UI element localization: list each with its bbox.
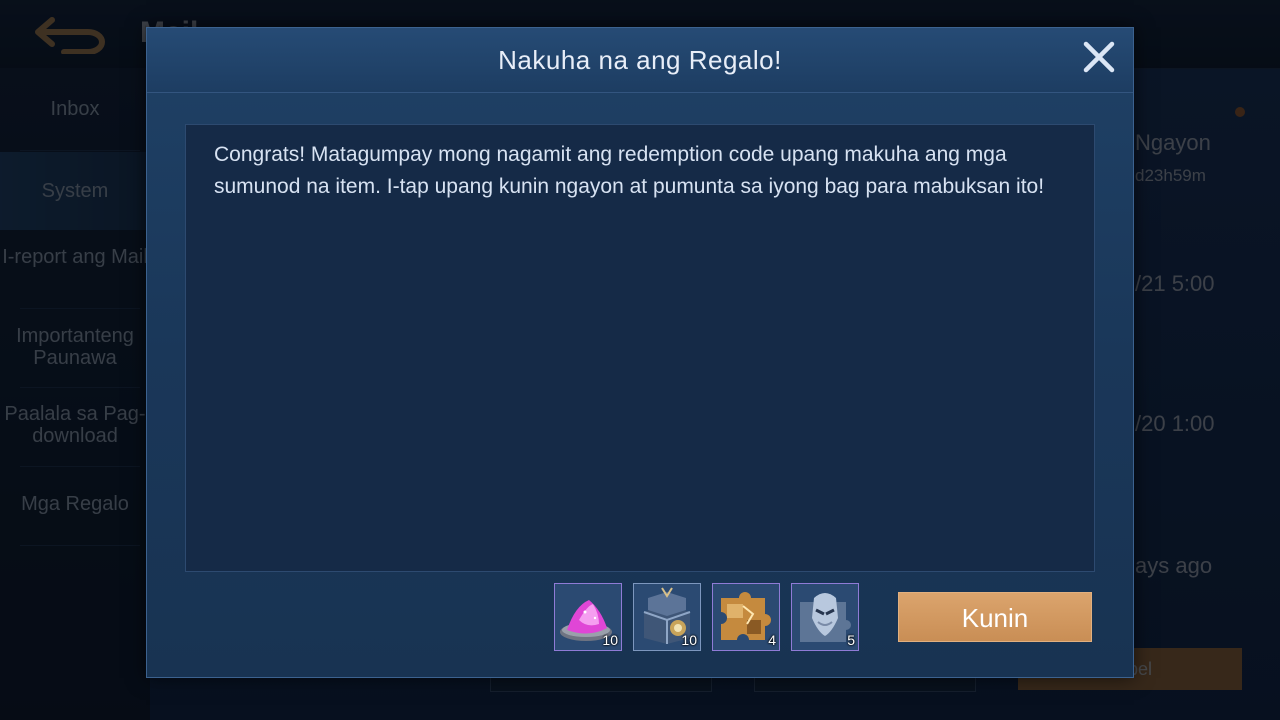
gift-dialog: Nakuha na ang Regalo! Congrats! Matagump…: [146, 27, 1134, 678]
item-count: 4: [768, 632, 776, 648]
claim-button[interactable]: Kunin: [898, 592, 1092, 642]
reward-item[interactable]: 10: [633, 583, 701, 651]
message-box: Congrats! Matagumpay mong nagamit ang re…: [185, 124, 1095, 572]
reward-item[interactable]: 5: [791, 583, 859, 651]
dialog-header: Nakuha na ang Regalo!: [147, 28, 1133, 93]
reward-item[interactable]: 4: [712, 583, 780, 651]
screen: Mail Inbox System I-report ang Mail Impo…: [0, 0, 1280, 720]
reward-item[interactable]: 10: [554, 583, 622, 651]
close-icon[interactable]: [1081, 39, 1117, 75]
item-count: 10: [602, 632, 618, 648]
item-count: 10: [681, 632, 697, 648]
dialog-title: Nakuha na ang Regalo!: [498, 45, 782, 75]
item-count: 5: [847, 632, 855, 648]
message-text: Congrats! Matagumpay mong nagamit ang re…: [214, 143, 1045, 198]
